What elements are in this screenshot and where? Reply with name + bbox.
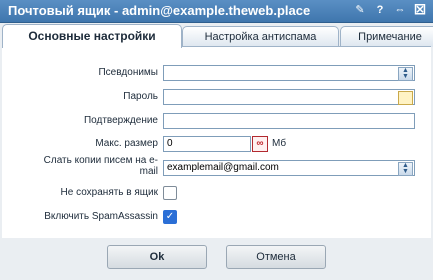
pin-icon[interactable]: ✎ (353, 3, 367, 17)
copy-to-select[interactable]: examplemail@gmail.com ▲ ▼ (163, 160, 415, 176)
cancel-button[interactable]: Отмена (226, 245, 326, 269)
aliases-select[interactable]: ▲ ▼ (163, 65, 415, 81)
footer-bar (0, 238, 433, 280)
ok-button[interactable]: Ok (107, 245, 207, 269)
no-store-checkbox[interactable] (163, 186, 177, 200)
password-generator-icon[interactable] (398, 91, 413, 105)
maximize-icon[interactable]: ⇔ (393, 3, 407, 17)
updown-icon[interactable]: ▲ ▼ (398, 67, 413, 81)
no-store-label: Не сохранять в ящик (60, 187, 158, 198)
password-field[interactable] (163, 89, 415, 105)
title-bar: Почтовый ящик - admin@example.theweb.pla… (0, 0, 433, 23)
updown-icon[interactable]: ▲ ▼ (398, 162, 413, 176)
tab-bar: Основные настройки Настройка антиспама П… (0, 23, 433, 48)
tab-main-settings[interactable]: Основные настройки (2, 24, 182, 48)
spamassassin-label: Включить SpamAssassin (44, 211, 158, 222)
close-icon[interactable]: ⊠ (413, 2, 427, 17)
max-size-field[interactable]: 0 (163, 136, 251, 152)
tab-antispam[interactable]: Настройка антиспама (182, 26, 339, 47)
confirm-label: Подтверждение (83, 115, 158, 126)
copy-to-label: Слать копии писем на e-mail (43, 155, 158, 177)
password-label: Пароль (123, 91, 158, 102)
max-size-unit: Мб (272, 138, 287, 149)
tab-notes[interactable]: Примечание (340, 26, 433, 47)
max-size-label: Макс. размер (95, 138, 158, 149)
confirm-field[interactable] (163, 113, 415, 129)
window-title: Почтовый ящик - admin@example.theweb.pla… (8, 3, 311, 18)
spamassassin-checkbox[interactable]: ✓ (163, 210, 177, 224)
unlimited-icon[interactable]: ∞ (252, 136, 268, 152)
help-icon[interactable]: ? (373, 3, 387, 17)
aliases-label: Псевдонимы (98, 67, 158, 78)
